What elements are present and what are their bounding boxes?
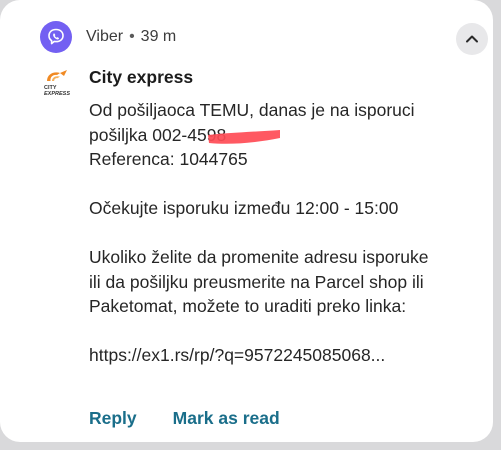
meta-separator: • — [129, 28, 135, 45]
message-line: Očekujte isporuku između 12:00 - 15:00 — [89, 198, 399, 218]
collapse-button[interactable] — [456, 23, 488, 55]
app-name: Viber — [86, 28, 124, 45]
mark-as-read-button[interactable]: Mark as read — [173, 408, 280, 429]
message-line: Od pošiljaoca TEMU, danas je na isporuci — [89, 100, 415, 120]
message-line: Referenca: 1044765 — [89, 149, 248, 169]
notification-actions: Reply Mark as read — [89, 408, 280, 429]
message-line: Ukoliko želite da promenite adresu ispor… — [89, 247, 429, 267]
notification-card[interactable]: Viber • 39 m CITY EXPRESS City express O… — [0, 0, 493, 442]
sender-name: City express — [89, 67, 194, 87]
chevron-up-icon — [466, 35, 478, 43]
redaction-scribble — [208, 129, 280, 144]
reply-button[interactable]: Reply — [89, 408, 137, 429]
message-line-package: pošiljka 002-4598 — [89, 123, 484, 148]
notification-meta: Viber • 39 m — [86, 28, 176, 46]
message-body: Od pošiljaoca TEMU, danas je na isporuci… — [89, 98, 484, 368]
message-line: ili da pošiljku preusmerite na Parcel sh… — [89, 271, 424, 292]
notification-time: 39 m — [140, 28, 177, 45]
notification-header: Viber • 39 m — [40, 20, 176, 54]
sender-logo: CITY EXPRESS — [40, 68, 74, 98]
svg-text:EXPRESS: EXPRESS — [44, 91, 70, 97]
message-line: Paketomat, možete to uraditi preko linka… — [89, 296, 407, 316]
message-link[interactable]: https://ex1.rs/rp/?q=9572245085068... — [89, 343, 484, 368]
viber-icon — [40, 21, 72, 53]
